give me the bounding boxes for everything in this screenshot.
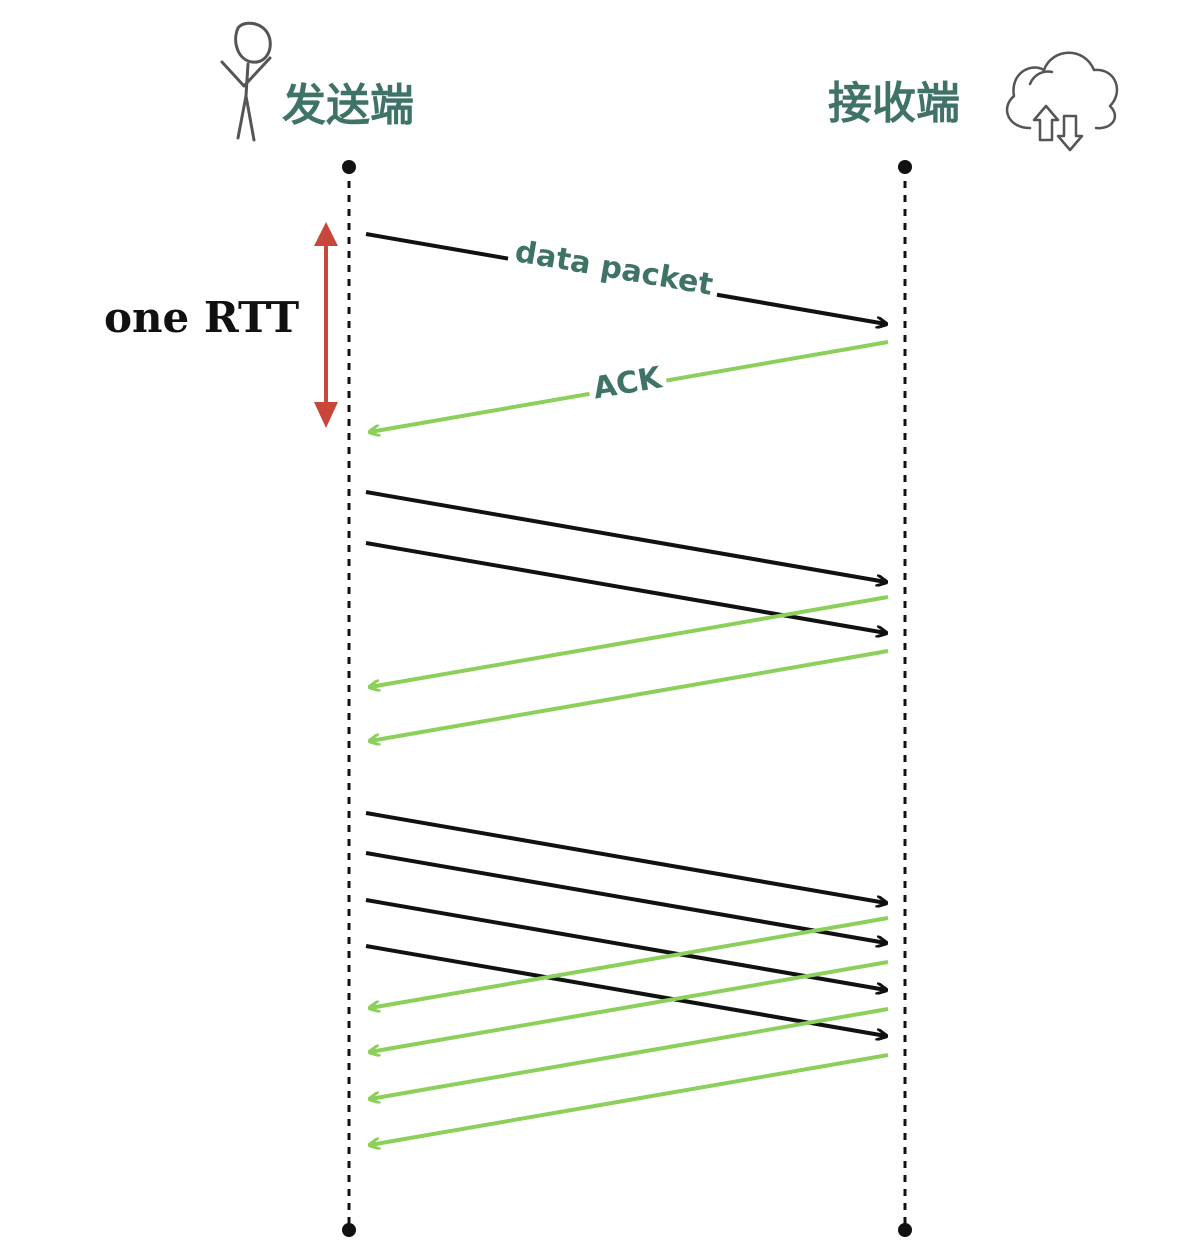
rtt-marker <box>314 222 338 428</box>
receiver-label: 接收端 <box>828 78 960 129</box>
stick-figure-icon <box>220 21 272 142</box>
ack-arrow <box>370 916 889 1008</box>
receiver-timeline-end-dot <box>898 1223 912 1237</box>
ack-arrow <box>370 1053 889 1145</box>
sender-timeline-end-dot <box>342 1223 356 1237</box>
cloud-upload-download-icon <box>1005 51 1119 152</box>
data-arrow <box>365 541 886 633</box>
data-arrow <box>365 811 886 903</box>
ack-arrow <box>370 960 889 1052</box>
data-arrow <box>365 490 886 582</box>
sender-timeline-start-dot <box>342 160 356 174</box>
receiver-timeline-start-dot <box>898 160 912 174</box>
ack-arrow <box>370 595 889 687</box>
ack-arrow <box>370 1007 889 1099</box>
rtt-label: one RTT <box>104 293 299 342</box>
data-arrow <box>365 851 886 943</box>
ack-arrow <box>370 649 889 741</box>
sender-label: 发送端 <box>282 80 414 131</box>
sequence-diagram: 发送端 接收端 one RTT data packet ACK <box>104 21 1119 1237</box>
